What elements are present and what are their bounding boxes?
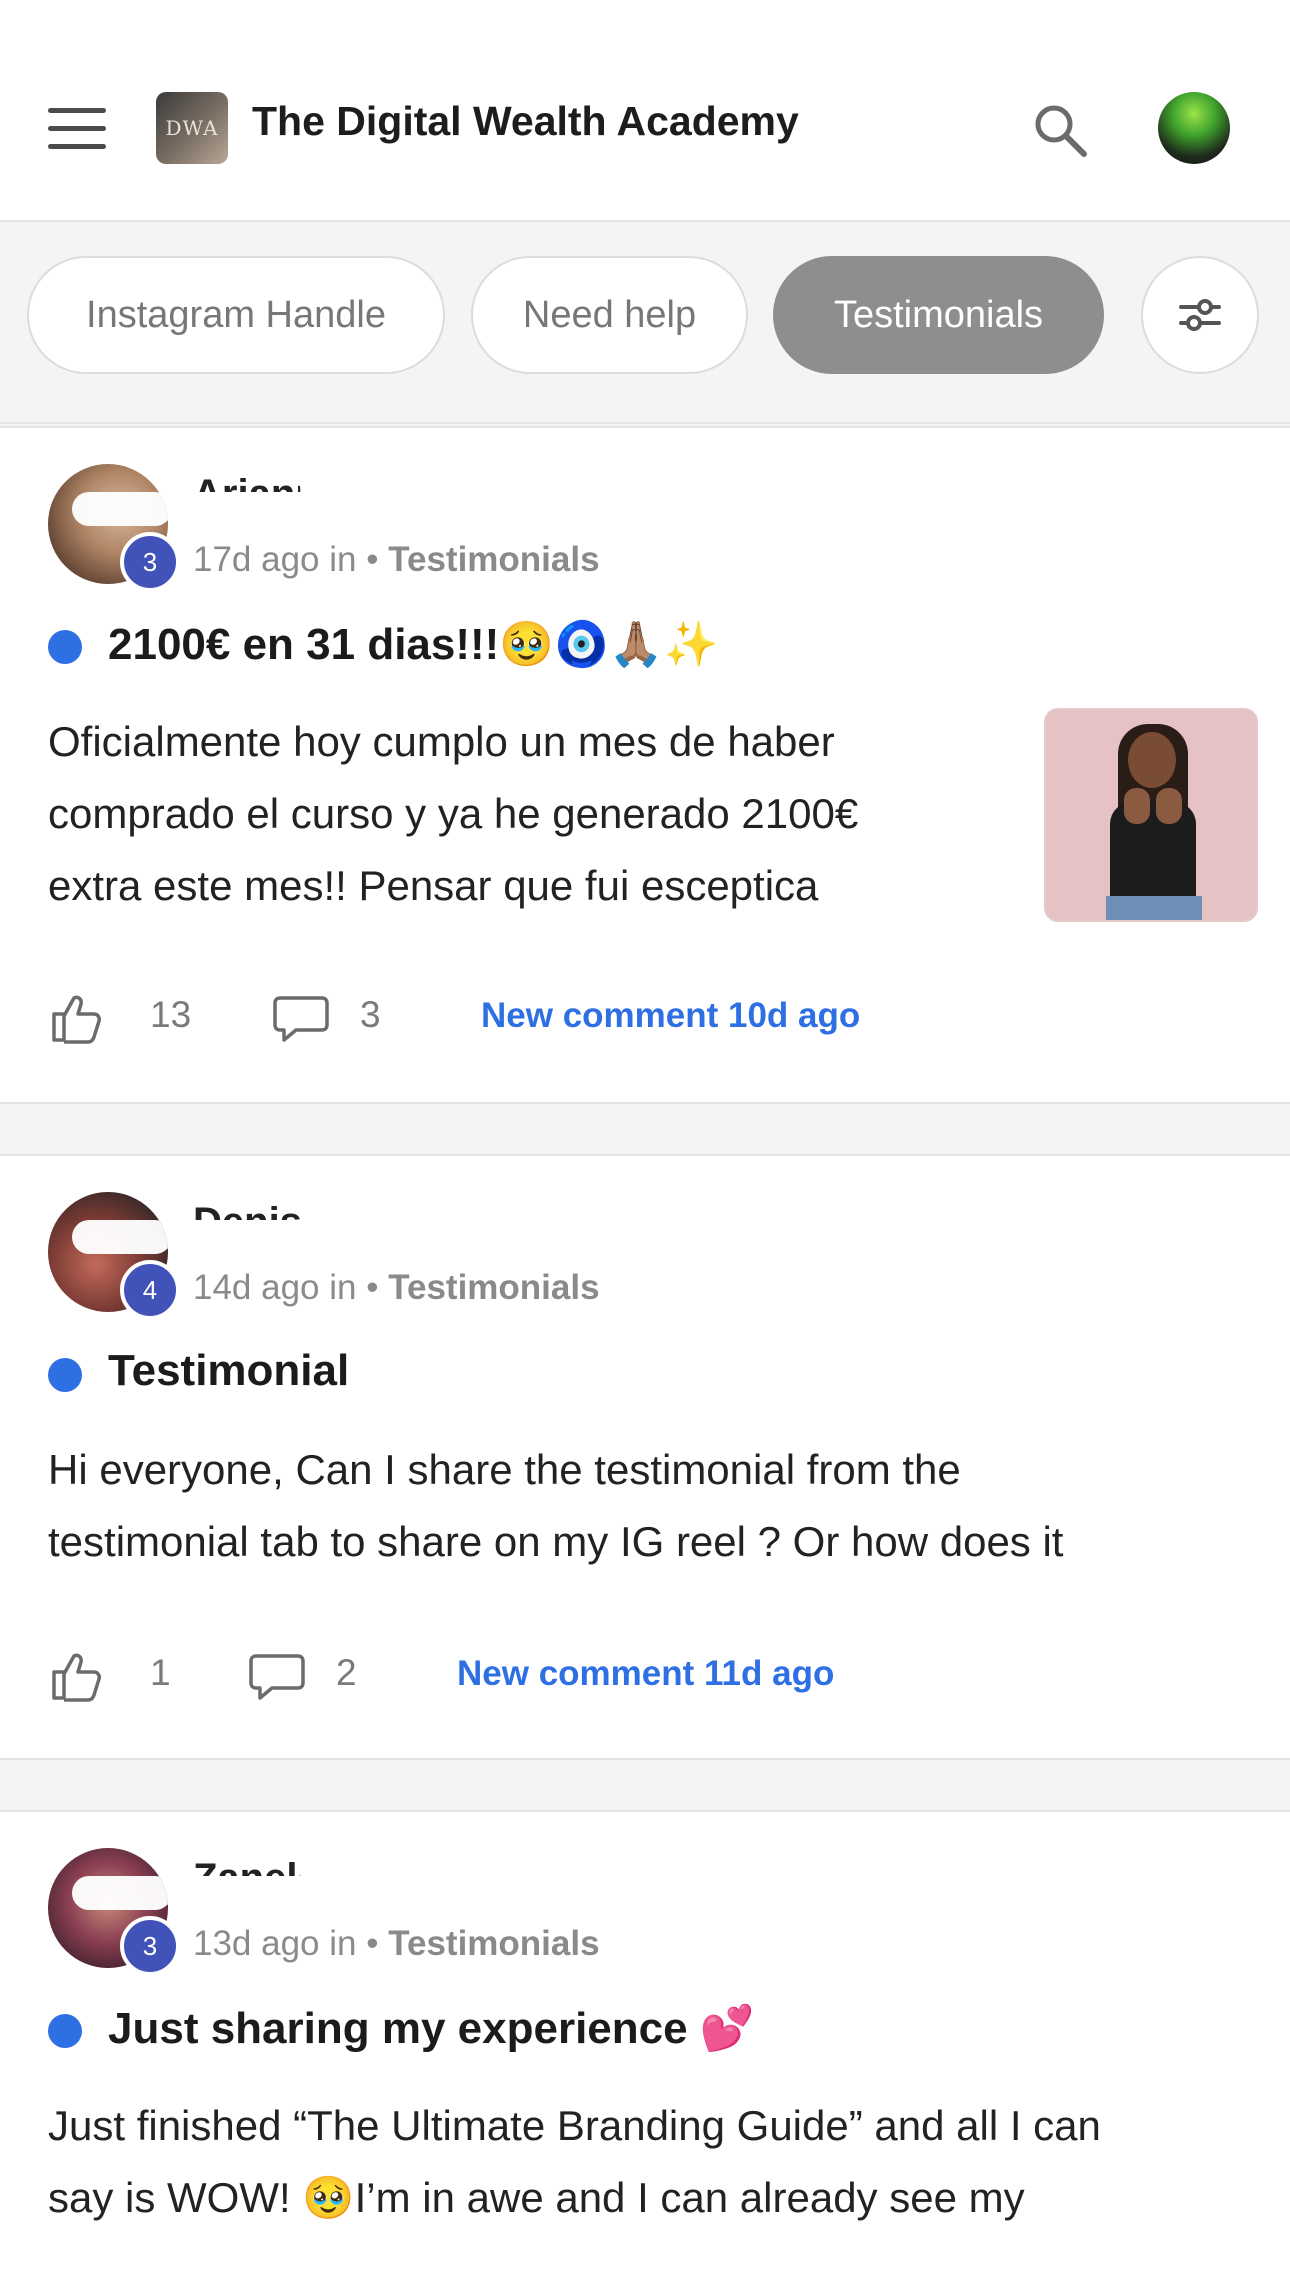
chip-testimonials[interactable]: Testimonials xyxy=(773,256,1104,374)
new-comment-link[interactable]: New comment 11d ago xyxy=(457,1654,834,1694)
post-title[interactable]: 2100€ en 31 dias!!!🥹🧿🙏🏽✨ xyxy=(108,618,718,670)
chip-need-help[interactable]: Need help xyxy=(471,256,748,374)
like-icon[interactable] xyxy=(48,990,104,1046)
community-title[interactable]: The Digital Wealth Academy xyxy=(252,98,799,145)
like-count: 1 xyxy=(150,1652,171,1693)
chip-instagram-handle[interactable]: Instagram Handle xyxy=(27,256,445,374)
comment-count: 2 xyxy=(336,1652,357,1693)
comment-icon[interactable] xyxy=(272,992,330,1044)
comment-count: 3 xyxy=(360,994,381,1035)
post-title[interactable]: Just sharing my experience 💕 xyxy=(108,2002,755,2054)
filter-settings-button[interactable] xyxy=(1141,256,1259,374)
level-badge: 3 xyxy=(120,1916,180,1976)
post-actions: 13 3 New comment 10d ago xyxy=(48,986,1248,1046)
community-logo[interactable]: DWA xyxy=(156,92,228,164)
unread-dot xyxy=(48,1358,82,1392)
post-card[interactable]: 4 Denise Verduzco 14d ago in • Testimoni… xyxy=(0,1154,1290,1760)
post-meta: 17d ago in • Testimonials xyxy=(193,540,600,580)
post-title[interactable]: Testimonial xyxy=(108,1346,349,1396)
post-time: 14d ago in • xyxy=(193,1268,379,1307)
post-category[interactable]: Testimonials xyxy=(388,540,599,579)
unread-dot xyxy=(48,2014,82,2048)
post-card[interactable]: 3 Arianny Lisard... 17d ago in • Testimo… xyxy=(0,426,1290,1104)
post-excerpt[interactable]: Just finished “The Ultimate Branding Gui… xyxy=(48,2090,1268,2234)
level-badge: 3 xyxy=(120,532,180,592)
unread-dot xyxy=(48,630,82,664)
like-icon[interactable] xyxy=(48,1648,104,1704)
level-badge: 4 xyxy=(120,1260,180,1320)
menu-icon[interactable] xyxy=(48,108,106,150)
post-card[interactable]: 3 Zanele Masupe 13d ago in • Testimonial… xyxy=(0,1810,1290,2293)
category-filter-bar: Instagram Handle Need help Testimonials xyxy=(0,224,1290,424)
like-count: 13 xyxy=(150,994,192,1035)
post-category[interactable]: Testimonials xyxy=(388,1924,599,1963)
post-time: 13d ago in • xyxy=(193,1924,379,1963)
post-actions: 1 2 New comment 11d ago xyxy=(48,1644,1248,1704)
post-excerpt[interactable]: Oficialmente hoy cumplo un mes de haber … xyxy=(48,706,1008,922)
post-time: 17d ago in • xyxy=(193,540,379,579)
post-image[interactable] xyxy=(1044,708,1258,922)
search-icon[interactable] xyxy=(1030,100,1090,160)
comment-icon[interactable] xyxy=(248,1650,306,1702)
sliders-icon xyxy=(1179,299,1221,331)
user-avatar[interactable] xyxy=(1158,92,1230,164)
new-comment-link[interactable]: New comment 10d ago xyxy=(481,996,860,1036)
post-excerpt[interactable]: Hi everyone, Can I share the testimonial… xyxy=(48,1434,1248,1578)
app-header: DWA The Digital Wealth Academy xyxy=(0,0,1290,222)
post-category[interactable]: Testimonials xyxy=(388,1268,599,1307)
post-meta: 14d ago in • Testimonials xyxy=(193,1268,600,1308)
post-meta: 13d ago in • Testimonials xyxy=(193,1924,600,1964)
